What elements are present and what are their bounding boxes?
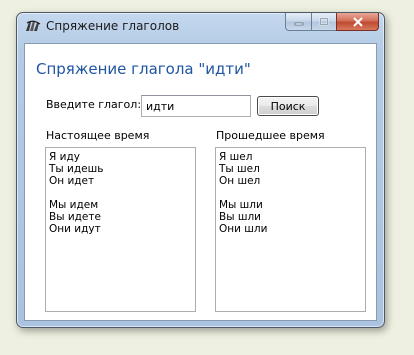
present-line: Ты идешь	[49, 163, 104, 175]
minimize-icon	[294, 22, 303, 25]
title-bar[interactable]: Спряжение глаголов	[17, 13, 384, 39]
maximize-button[interactable]	[311, 13, 336, 31]
past-line: Вы шли	[219, 211, 261, 223]
page-title: Спряжение глагола "идти"	[36, 60, 251, 78]
close-button[interactable]	[336, 13, 379, 31]
present-line: Вы идете	[49, 211, 101, 223]
past-line: Он шел	[219, 175, 261, 187]
minimize-button[interactable]	[285, 13, 311, 31]
past-line	[219, 187, 365, 199]
past-line: Мы шли	[219, 199, 263, 211]
client-area: Спряжение глагола "идти" Введите глагол:…	[24, 43, 377, 321]
window-title: Спряжение глаголов	[46, 19, 180, 33]
present-line	[49, 187, 195, 199]
verb-input-label: Введите глагол:	[46, 98, 142, 111]
verb-input[interactable]	[141, 95, 251, 117]
app-window: Спряжение глаголов Спряжение глагола "ид…	[16, 12, 385, 328]
maximize-icon	[319, 17, 329, 25]
present-line: Он идет	[49, 175, 95, 187]
past-tense-label: Прошедшее время	[216, 129, 325, 142]
caption-buttons	[285, 13, 379, 32]
close-icon	[352, 16, 363, 27]
app-icon	[26, 20, 41, 31]
past-tense-textbox[interactable]: Я шел Ты шел Он шел Мы шли Вы шли Они шл…	[215, 147, 366, 312]
present-line: Мы идем	[49, 199, 99, 211]
present-line: Я иду	[49, 151, 80, 163]
past-line: Ты шел	[219, 163, 260, 175]
present-tense-textbox[interactable]: Я иду Ты идешь Он идет Мы идем Вы идете …	[45, 147, 196, 312]
past-line: Я шел	[219, 151, 253, 163]
search-button[interactable]: Поиск	[257, 96, 319, 116]
present-line: Они идут	[49, 223, 101, 235]
past-line: Они шли	[219, 223, 268, 235]
present-tense-label: Настоящее время	[46, 129, 150, 142]
